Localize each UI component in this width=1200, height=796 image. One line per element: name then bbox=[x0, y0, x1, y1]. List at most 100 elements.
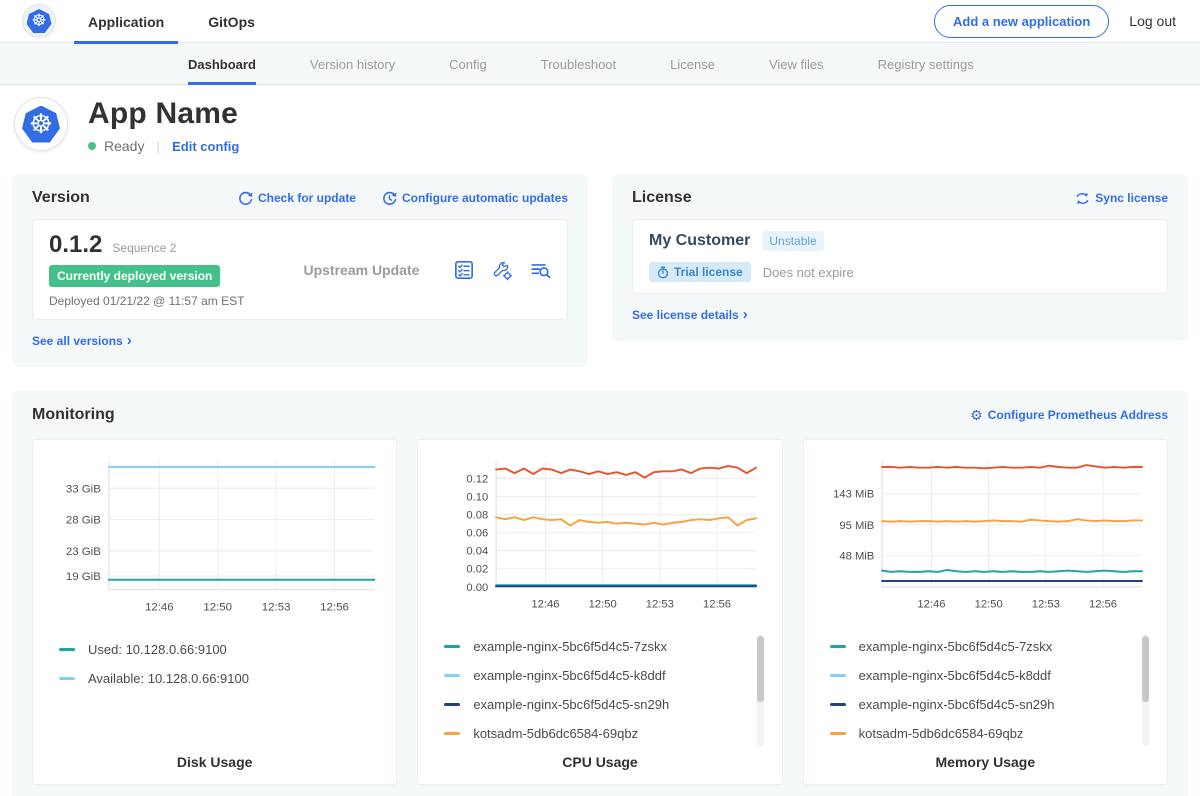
configure-automatic-updates-label: Configure automatic updates bbox=[402, 191, 568, 205]
disk-usage-chart: 12:46 12:50 12:53 12:56 19 GiB 23 GiB 28 GiB 33… bbox=[47, 454, 382, 628]
view-logs-icon[interactable] bbox=[529, 259, 551, 281]
legend-dash-icon bbox=[444, 674, 460, 677]
cpu-usage-legend: example-nginx-5bc6f5d4c5-7zskx example-ng… bbox=[432, 632, 767, 748]
subnav-tab-view-files[interactable]: View files bbox=[769, 43, 824, 85]
legend-dash-icon bbox=[444, 703, 460, 706]
upstream-update-label: Upstream Update bbox=[270, 262, 453, 278]
sequence-label: Sequence 2 bbox=[112, 241, 176, 255]
legend-item: Available: 10.128.0.66:9100 bbox=[59, 664, 362, 693]
memory-usage-chart-card: 12:4612:5012:5312:5648 MiB95 MiB143 MiB … bbox=[803, 439, 1168, 785]
svg-text:12:46: 12:46 bbox=[917, 598, 945, 610]
status-label: Ready bbox=[104, 138, 144, 154]
svg-text:48 MiB: 48 MiB bbox=[839, 550, 874, 562]
kubernetes-logo[interactable]: ☸ bbox=[22, 4, 56, 38]
legend-dash-icon bbox=[59, 648, 75, 651]
channel-badge: Unstable bbox=[762, 231, 823, 251]
preflight-checks-icon[interactable] bbox=[453, 259, 475, 281]
svg-text:19 GiB: 19 GiB bbox=[66, 570, 101, 582]
configure-automatic-updates-button[interactable]: Configure automatic updates bbox=[382, 191, 568, 206]
version-card: Version Check for update Configure au bbox=[12, 174, 588, 367]
logout-link[interactable]: Log out bbox=[1129, 13, 1176, 29]
configure-prometheus-button[interactable]: ⚙ Configure Prometheus Address bbox=[970, 408, 1168, 422]
subnav-tab-config[interactable]: Config bbox=[449, 43, 487, 85]
monitoring-title: Monitoring bbox=[32, 406, 115, 424]
add-application-button[interactable]: Add a new application bbox=[934, 5, 1109, 38]
chevron-right-icon: › bbox=[127, 333, 132, 348]
svg-text:12:56: 12:56 bbox=[320, 601, 349, 613]
check-for-update-label: Check for update bbox=[258, 191, 356, 205]
svg-text:12:50: 12:50 bbox=[203, 601, 232, 613]
legend-scrollbar-thumb[interactable] bbox=[757, 636, 764, 702]
legend-label: example-nginx-5bc6f5d4c5-k8ddf bbox=[859, 668, 1051, 683]
legend-label: example-nginx-5bc6f5d4c5-sn29h bbox=[859, 697, 1055, 712]
subnav-tab-version-history[interactable]: Version history bbox=[310, 43, 395, 85]
sync-license-button[interactable]: Sync license bbox=[1075, 191, 1168, 205]
legend-label: example-nginx-5bc6f5d4c5-sn29h bbox=[473, 697, 669, 712]
legend-scrollbar-thumb[interactable] bbox=[1142, 636, 1149, 702]
subnav-tab-dashboard[interactable]: Dashboard bbox=[188, 43, 256, 85]
legend-item: example-nginx-5bc6f5d4c5-7zskx bbox=[830, 632, 1133, 661]
svg-text:12:53: 12:53 bbox=[646, 598, 674, 610]
memory-usage-chart: 12:4612:5012:5312:5648 MiB95 MiB143 MiB bbox=[818, 454, 1153, 624]
legend-label: example-nginx-5bc6f5d4c5-7zskx bbox=[473, 639, 667, 654]
svg-text:28 GiB: 28 GiB bbox=[66, 514, 101, 526]
legend-dash-icon bbox=[830, 674, 846, 677]
svg-text:12:56: 12:56 bbox=[703, 598, 731, 610]
legend-label: Used: 10.128.0.66:9100 bbox=[88, 642, 227, 657]
legend-dash-icon bbox=[830, 703, 846, 706]
stopwatch-icon bbox=[657, 266, 669, 279]
chevron-right-icon: › bbox=[743, 307, 748, 322]
svg-text:95 MiB: 95 MiB bbox=[839, 519, 874, 531]
legend-item: example-nginx-5bc6f5d4c5-k8ddf bbox=[444, 661, 747, 690]
svg-text:0.08: 0.08 bbox=[467, 509, 489, 521]
legend-label: Available: 10.128.0.66:9100 bbox=[88, 671, 249, 686]
version-number: 0.1.2 bbox=[49, 231, 102, 259]
sync-license-label: Sync license bbox=[1095, 191, 1168, 205]
topnav-tab-application[interactable]: Application bbox=[88, 0, 164, 43]
legend-scrollbar[interactable] bbox=[757, 634, 764, 746]
config-wrench-icon[interactable] bbox=[491, 259, 513, 281]
license-card-title: License bbox=[632, 189, 692, 207]
edit-config-link[interactable]: Edit config bbox=[172, 139, 239, 154]
app-icon: ☸ bbox=[14, 97, 68, 151]
svg-text:12:53: 12:53 bbox=[1031, 598, 1059, 610]
refresh-icon bbox=[238, 191, 253, 206]
legend-label: kotsadm-5db6dc6584-69qbz bbox=[473, 726, 638, 741]
page-title: App Name bbox=[88, 97, 239, 131]
svg-text:12:46: 12:46 bbox=[532, 598, 560, 610]
subnav-tab-license[interactable]: License bbox=[670, 43, 715, 85]
check-for-update-button[interactable]: Check for update bbox=[238, 191, 356, 206]
legend-label: kotsadm-5db6dc6584-69qbz bbox=[859, 726, 1024, 741]
legend-item: Used: 10.128.0.66:9100 bbox=[59, 635, 362, 664]
svg-text:12:50: 12:50 bbox=[974, 598, 1002, 610]
kubernetes-wheel-icon: ☸ bbox=[22, 106, 60, 143]
license-details-box: My Customer Unstable Trial license Does … bbox=[632, 219, 1168, 294]
svg-text:0.06: 0.06 bbox=[467, 527, 489, 539]
legend-item: example-nginx-5bc6f5d4c5-sn29h bbox=[444, 690, 747, 719]
svg-text:0.02: 0.02 bbox=[467, 563, 489, 575]
svg-text:23 GiB: 23 GiB bbox=[66, 545, 101, 557]
svg-text:12:46: 12:46 bbox=[145, 601, 174, 613]
svg-text:12:53: 12:53 bbox=[262, 601, 291, 613]
divider: | bbox=[152, 138, 164, 154]
current-version-box: 0.1.2 Sequence 2 Currently deployed vers… bbox=[32, 219, 568, 320]
svg-text:0.00: 0.00 bbox=[467, 581, 489, 593]
legend-scrollbar[interactable] bbox=[1142, 634, 1149, 746]
chart-title: CPU Usage bbox=[432, 748, 767, 772]
expiry-text: Does not expire bbox=[763, 265, 854, 280]
clock-refresh-icon bbox=[382, 191, 397, 206]
monitoring-section: Monitoring ⚙ Configure Prometheus Addres… bbox=[12, 391, 1188, 796]
deployed-timestamp: Deployed 01/21/22 @ 11:57 am EST bbox=[49, 294, 270, 308]
svg-text:33 GiB: 33 GiB bbox=[66, 483, 101, 495]
subnav-tab-registry-settings[interactable]: Registry settings bbox=[878, 43, 974, 85]
svg-text:12:56: 12:56 bbox=[1089, 598, 1117, 610]
cpu-usage-chart-card: 12:4612:5012:5312:560.000.020.040.060.08… bbox=[417, 439, 782, 785]
legend-item: example-nginx-5bc6f5d4c5-k8ddf bbox=[830, 661, 1133, 690]
topnav-tabs: Application GitOps bbox=[88, 0, 299, 43]
see-license-details-link[interactable]: See license details › bbox=[632, 307, 748, 322]
legend-label: example-nginx-5bc6f5d4c5-7zskx bbox=[859, 639, 1053, 654]
topnav-tab-gitops[interactable]: GitOps bbox=[208, 0, 255, 43]
subnav-tab-troubleshoot[interactable]: Troubleshoot bbox=[541, 43, 616, 85]
see-all-versions-link[interactable]: See all versions › bbox=[32, 333, 132, 348]
license-card: License Sync license My Customer Unstabl… bbox=[612, 174, 1188, 341]
